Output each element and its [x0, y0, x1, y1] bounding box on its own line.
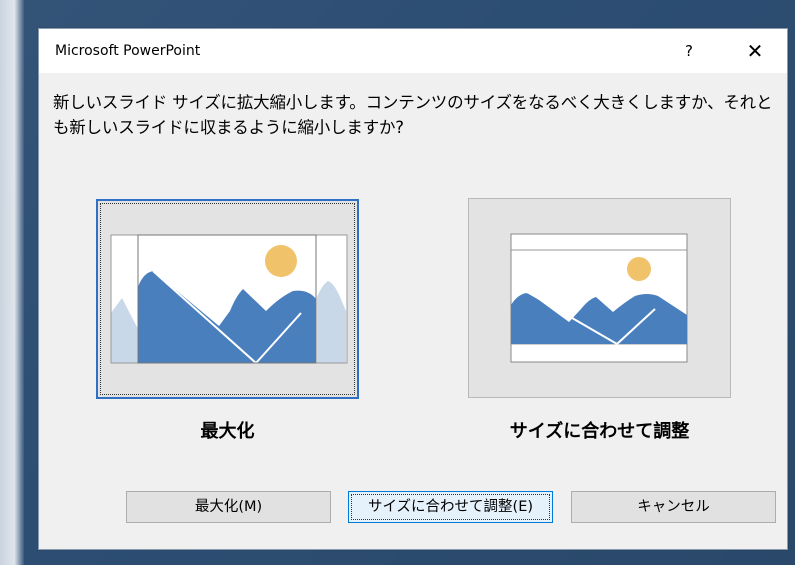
cancel-button[interactable]: キャンセル: [571, 491, 776, 523]
maximize-option-label: 最大化: [200, 421, 255, 442]
dialog-message: 新しいスライド サイズに拡大縮小します。コンテンツのサイズをなるべく大きくします…: [53, 93, 773, 137]
dialog-titlebar: Microsoft PowerPoint ? ✕: [39, 29, 787, 73]
scale-dialog: Microsoft PowerPoint ? ✕ 新しいスライド サイズに拡大縮…: [38, 28, 788, 550]
help-button[interactable]: ?: [675, 37, 703, 65]
close-button[interactable]: ✕: [739, 37, 771, 65]
cancel-button-label: キャンセル: [637, 499, 710, 515]
maximize-illustration-icon: [110, 234, 348, 364]
fit-option-label: サイズに合わせて調整: [509, 421, 690, 442]
fit-option[interactable]: [468, 198, 731, 398]
dialog-title: Microsoft PowerPoint: [55, 43, 201, 59]
maximize-button-label: 最大化(M): [194, 499, 263, 515]
fit-illustration-icon: [510, 233, 688, 363]
fit-button-label: サイズに合わせて調整(E): [367, 499, 534, 515]
maximize-button[interactable]: 最大化(M): [126, 491, 331, 523]
fit-button[interactable]: サイズに合わせて調整(E): [348, 491, 553, 523]
maximize-option[interactable]: [96, 199, 359, 399]
